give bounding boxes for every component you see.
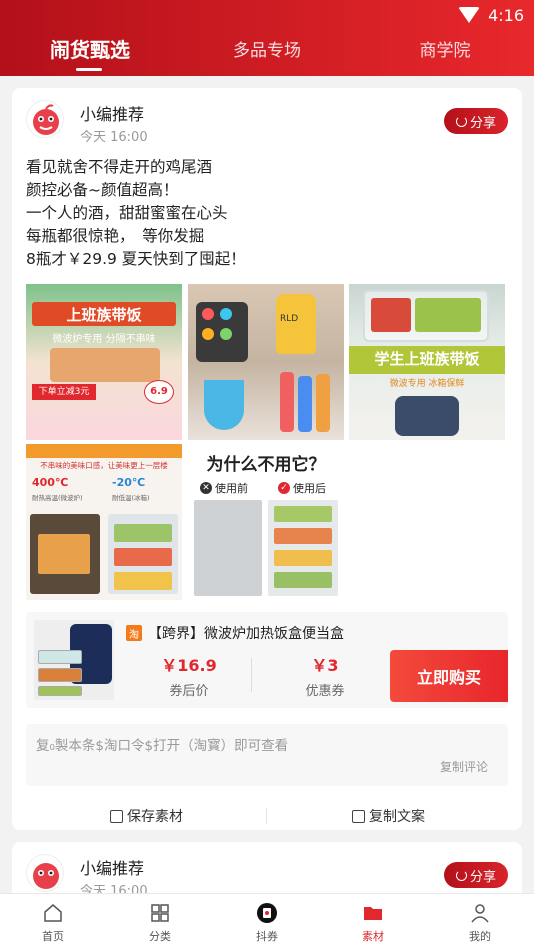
post-line: 8瓶才￥29.9 夏天快到了囤起！ [26, 250, 246, 268]
image-headline: 上班族带饭 [66, 306, 142, 324]
user-icon [471, 904, 489, 923]
copy-text-button[interactable]: 复制文案 [352, 806, 425, 826]
image-headline: 学生上班族带饭 [374, 350, 480, 368]
author-name: 小编推荐 [80, 105, 145, 124]
product-thumbnail [34, 620, 114, 700]
hot-temp: 400℃ [32, 476, 69, 489]
image-save-icon [110, 809, 123, 823]
image-tag: 下单立减3元 [32, 384, 96, 400]
image-headline: 不串味的美味口感，让美味更上一层楼 [40, 461, 168, 470]
product-card[interactable]: 淘 【跨界】微波炉加热饭盒便当盒 ￥16.9 券后价 ￥3 优惠券 立即购买 [26, 612, 508, 708]
copy-icon [352, 809, 365, 823]
save-material-label: 保存素材 [127, 809, 183, 825]
share-icon [455, 115, 467, 127]
nav-label: 首页 [42, 930, 64, 943]
nav-category[interactable]: 分类 [130, 902, 190, 944]
product-image[interactable]: 为什么不用它？ ✕ 使用前 ✓ 使用后 [188, 444, 344, 600]
tab-business-school[interactable]: 商学院 [405, 36, 485, 61]
buy-now-button[interactable]: 立即购买 [390, 650, 508, 702]
product-title-text: 【跨界】微波炉加热饭盒便当盒 [148, 626, 344, 642]
nav-label: 素材 [362, 930, 384, 943]
top-header: 4:16 闹货甄选 多品专场 商学院 [0, 0, 534, 76]
cold-temp: -20℃ [112, 476, 146, 489]
post-line: 看见就舍不得走开的鸡尾酒 [26, 158, 213, 176]
product-image[interactable]: 上班族带饭 微波炉专用 分隔不串味 下单立减3元 6.9 [26, 284, 182, 440]
post-line: 一个人的酒，甜甜蜜蜜在心头 [26, 204, 228, 222]
hot-label: 耐热高温(微波炉) [32, 494, 83, 502]
product-title: 淘 【跨界】微波炉加热饭盒便当盒 [126, 623, 344, 643]
avatar [26, 100, 64, 138]
after-label: 使用后 [293, 482, 326, 495]
wifi-icon [458, 7, 481, 23]
nav-mine[interactable]: 我的 [450, 902, 510, 944]
final-price: ￥16.9 [161, 656, 217, 675]
coupon-value: ￥3 [311, 656, 339, 675]
tab-multi-product[interactable]: 多品专场 [227, 36, 307, 61]
post-text: 看见就舍不得走开的鸡尾酒 颜控必备~颜值超高！ 一个人的酒，甜甜蜜蜜在心头 每瓶… [26, 156, 506, 271]
share-button[interactable]: 分享 [444, 108, 508, 134]
active-tab-indicator [76, 68, 102, 71]
save-material-button[interactable]: 保存素材 [110, 806, 183, 826]
post-time: 今天 16:00 [80, 130, 148, 145]
nav-label: 分类 [149, 930, 171, 943]
nav-label: 抖券 [256, 930, 278, 943]
share-button[interactable]: 分享 [444, 862, 508, 888]
divider [266, 808, 267, 824]
share-icon [455, 869, 467, 881]
price-block: ￥16.9 券后价 [134, 652, 244, 699]
cross-icon: ✕ [200, 482, 212, 494]
coupon-block: ￥3 优惠券 [270, 652, 380, 699]
product-image[interactable]: 学生上班族带饭 微波专用 冰箱保鲜 [349, 284, 505, 440]
image-price: 6.9 [144, 380, 174, 404]
copy-text-label: 复制文案 [369, 809, 425, 825]
final-price-label: 券后价 [169, 684, 209, 699]
nav-douyin-coupon[interactable]: 抖券 [237, 902, 297, 944]
status-bar: 4:16 [458, 4, 524, 26]
copy-comment-button[interactable]: 复制评论 [440, 758, 488, 775]
before-label: 使用前 [215, 482, 248, 495]
share-label: 分享 [469, 869, 496, 885]
home-icon [44, 904, 62, 922]
image-headline: 为什么不用它？ [206, 455, 326, 475]
bottom-nav: 首页 分类 抖券 素材 我的 [0, 893, 534, 949]
category-icon [151, 904, 169, 922]
coupon-label: 优惠券 [305, 684, 345, 699]
nav-label: 我的 [469, 930, 491, 943]
douyin-icon [257, 903, 277, 923]
author-name: 小编推荐 [80, 859, 145, 878]
taobao-icon: 淘 [126, 625, 142, 641]
image-subtitle: 微波专用 冰箱保鲜 [389, 379, 465, 389]
tab-bar: 闹货甄选 多品专场 商学院 [0, 30, 534, 74]
product-image[interactable]: RLD [188, 284, 344, 440]
status-time: 4:16 [488, 5, 524, 25]
cold-label: 耐低温(冰箱) [112, 494, 150, 502]
tao-command-text: 复₀製本条$淘口令$打开（淘寳）即可查看 [36, 738, 289, 754]
post-actions: 保存素材 复制文案 [12, 794, 522, 834]
nav-material[interactable]: 素材 [343, 902, 403, 944]
post-card: 小编推荐 今天 16:00 分享 看见就舍不得走开的鸡尾酒 颜控必备~颜值超高！… [12, 88, 522, 830]
image-brand: RLD [280, 314, 299, 324]
nav-home[interactable]: 首页 [23, 902, 83, 944]
post-line: 每瓶都很惊艳， 等你发掘 [26, 227, 205, 245]
divider [251, 658, 252, 692]
product-image[interactable]: 不串味的美味口感，让美味更上一层楼 400℃ -20℃ 耐热高温(微波炉) 耐低… [26, 444, 182, 600]
avatar [26, 854, 64, 892]
image-grid: 上班族带饭 微波炉专用 分隔不串味 下单立减3元 6.9 RLD 学生上班族带饭… [26, 284, 506, 600]
folder-icon [364, 907, 382, 920]
tab-selected-goods[interactable]: 闹货甄选 [50, 34, 130, 63]
check-icon: ✓ [278, 482, 290, 494]
tao-command-box: 复₀製本条$淘口令$打开（淘寳）即可查看 复制评论 [26, 724, 508, 786]
share-label: 分享 [469, 115, 496, 131]
image-subtitle: 微波炉专用 分隔不串味 [52, 334, 156, 345]
post-line: 颜控必备~颜值超高！ [26, 181, 179, 199]
